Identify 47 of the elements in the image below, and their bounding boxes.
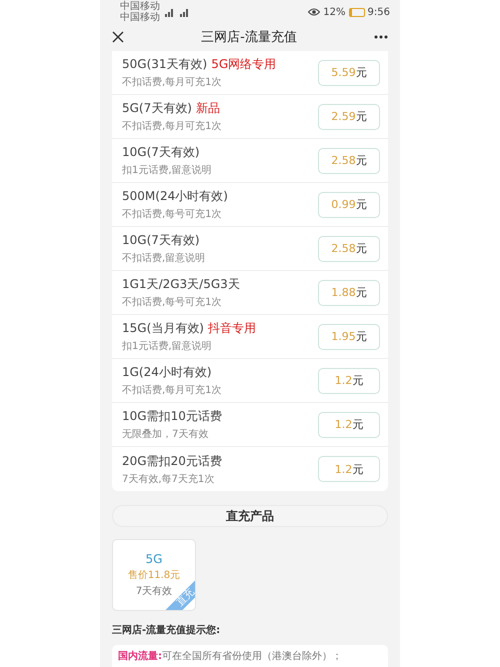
product-title: 20G需扣20元话费	[122, 452, 222, 470]
page-title: 三网店-流量充值	[200, 29, 298, 46]
product-note: 不扣话费,每月可充1次	[122, 76, 223, 90]
product-title: 10G需扣10元话费	[122, 408, 222, 426]
product-tag: 新品	[196, 100, 220, 118]
product-note: 不扣话费,每月可充1次	[122, 120, 223, 134]
carrier-label: 中国移动	[120, 1, 160, 12]
product-title: 5G(7天有效)	[122, 100, 192, 118]
battery-percent: 12%	[323, 6, 346, 18]
product-note: 不扣话费,每月可充1次	[122, 384, 223, 398]
product-note: 不扣话费,每号可充1次	[122, 208, 223, 222]
price-button[interactable]: 1.95元	[318, 324, 380, 350]
carrier-label: 中国移动	[120, 12, 160, 23]
notice-text: 国内流量:可在全国所有省份使用（港澳台除外）；	[118, 649, 343, 663]
notice-title: 三网店-流量充值提示您:	[111, 623, 222, 637]
price-button[interactable]: 1.2元	[318, 456, 380, 482]
product-tag: 抖音专用	[208, 320, 256, 338]
product-title: 15G(当月有效)	[122, 320, 204, 338]
product-note: 不扣话费,留意说明	[122, 252, 206, 266]
product-note: 扣1元话费,留意说明	[122, 164, 213, 178]
product-note: 扣1元话费,留意说明	[122, 340, 213, 354]
product-title: 500M(24小时有效)	[122, 188, 228, 206]
price-button[interactable]: 2.58元	[318, 148, 380, 174]
product-title: 50G(31天有效)	[122, 56, 208, 74]
product-tag: 5G网络专用	[211, 56, 276, 74]
section-title: 直充产品	[112, 505, 388, 527]
more-icon[interactable]	[374, 35, 388, 40]
price-button[interactable]: 2.58元	[318, 236, 380, 262]
product-card[interactable]: 5G 售价11.8元 7天有效 直充	[112, 539, 196, 611]
product-note: 不扣话费,每号可充1次	[122, 296, 223, 310]
product-title: 10G(7天有效)	[122, 232, 200, 250]
product-title: 1G1天/2G3天/5G3天	[122, 276, 240, 294]
price-button[interactable]: 0.99元	[318, 192, 380, 218]
price-button[interactable]: 5.59元	[318, 60, 380, 86]
price-button[interactable]: 1.2元	[318, 412, 380, 438]
product-name: 5G	[146, 552, 162, 566]
close-icon[interactable]	[112, 31, 124, 44]
clock: 9:56	[368, 6, 390, 18]
product-note: 无限叠加，7天有效	[122, 428, 210, 442]
product-note: 7天有效,每7天充1次	[122, 472, 216, 486]
product-title: 1G(24小时有效)	[122, 364, 212, 382]
price-button[interactable]: 1.88元	[318, 280, 380, 306]
product-title: 10G(7天有效)	[122, 144, 200, 162]
price-button[interactable]: 2.59元	[318, 104, 380, 130]
price-button[interactable]: 1.2元	[318, 368, 380, 394]
battery-icon	[348, 8, 365, 16]
eye-icon	[308, 8, 320, 16]
